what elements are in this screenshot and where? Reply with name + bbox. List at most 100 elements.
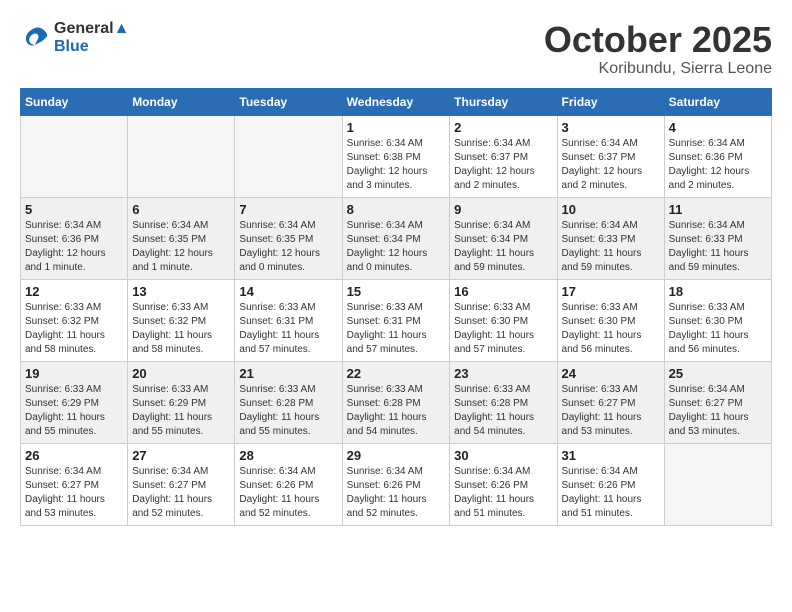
day-info: Sunrise: 6:34 AM Sunset: 6:26 PM Dayligh… bbox=[454, 465, 552, 521]
day-info: Sunrise: 6:33 AM Sunset: 6:28 PM Dayligh… bbox=[239, 383, 337, 439]
day-info: Sunrise: 6:33 AM Sunset: 6:32 PM Dayligh… bbox=[132, 301, 230, 357]
calendar-day: 21 Sunrise: 6:33 AM Sunset: 6:28 PM Dayli… bbox=[235, 361, 342, 443]
calendar-day: 20 Sunrise: 6:33 AM Sunset: 6:29 PM Dayli… bbox=[128, 361, 235, 443]
day-number: 7 bbox=[239, 202, 337, 217]
day-number: 20 bbox=[132, 366, 230, 381]
col-header-sunday: Sunday bbox=[21, 88, 128, 115]
day-info: Sunrise: 6:34 AM Sunset: 6:27 PM Dayligh… bbox=[25, 465, 123, 521]
col-header-thursday: Thursday bbox=[450, 88, 557, 115]
calendar-day: 26Sunrise: 6:34 AM Sunset: 6:27 PM Dayli… bbox=[21, 443, 128, 525]
day-number: 12 bbox=[25, 284, 123, 299]
day-number: 28 bbox=[239, 448, 337, 463]
day-number: 23 bbox=[454, 366, 552, 381]
day-number: 10 bbox=[562, 202, 660, 217]
day-info: Sunrise: 6:34 AM Sunset: 6:35 PM Dayligh… bbox=[132, 219, 230, 275]
calendar-day: 7 Sunrise: 6:34 AM Sunset: 6:35 PM Daylig… bbox=[235, 197, 342, 279]
day-info: Sunrise: 6:34 AM Sunset: 6:33 PM Dayligh… bbox=[669, 219, 767, 275]
calendar-day: 9 Sunrise: 6:34 AM Sunset: 6:34 PM Daylig… bbox=[450, 197, 557, 279]
col-header-monday: Monday bbox=[128, 88, 235, 115]
calendar-day: 1Sunrise: 6:34 AM Sunset: 6:38 PM Daylig… bbox=[342, 115, 450, 197]
calendar-week-row: 12 Sunrise: 6:33 AM Sunset: 6:32 PM Dayli… bbox=[21, 279, 772, 361]
day-number: 9 bbox=[454, 202, 552, 217]
calendar-day: 6Sunrise: 6:34 AM Sunset: 6:35 PM Daylig… bbox=[128, 197, 235, 279]
calendar-day: 14 Sunrise: 6:33 AM Sunset: 6:31 PM Dayli… bbox=[235, 279, 342, 361]
day-number: 4 bbox=[669, 120, 767, 135]
calendar-day: 11 Sunrise: 6:34 AM Sunset: 6:33 PM Dayli… bbox=[664, 197, 771, 279]
day-info: Sunrise: 6:34 AM Sunset: 6:35 PM Dayligh… bbox=[239, 219, 337, 275]
calendar-week-row: 19 Sunrise: 6:33 AM Sunset: 6:29 PM Dayli… bbox=[21, 361, 772, 443]
calendar-day: 5 Sunrise: 6:34 AM Sunset: 6:36 PM Daylig… bbox=[21, 197, 128, 279]
day-number: 21 bbox=[239, 366, 337, 381]
day-info: Sunrise: 6:34 AM Sunset: 6:34 PM Dayligh… bbox=[454, 219, 552, 275]
col-header-saturday: Saturday bbox=[664, 88, 771, 115]
calendar-day: 31 Sunrise: 6:34 AM Sunset: 6:26 PM Dayli… bbox=[557, 443, 664, 525]
day-number: 3 bbox=[562, 120, 660, 135]
day-info: Sunrise: 6:34 AM Sunset: 6:34 PM Dayligh… bbox=[347, 219, 446, 275]
day-info: Sunrise: 6:34 AM Sunset: 6:36 PM Dayligh… bbox=[25, 219, 123, 275]
day-number: 16 bbox=[454, 284, 552, 299]
day-number: 19 bbox=[25, 366, 123, 381]
day-number: 27 bbox=[132, 448, 230, 463]
logo-text: General▲ Blue bbox=[54, 20, 129, 55]
day-info: Sunrise: 6:33 AM Sunset: 6:29 PM Dayligh… bbox=[132, 383, 230, 439]
calendar-day: 2 Sunrise: 6:34 AM Sunset: 6:37 PM Daylig… bbox=[450, 115, 557, 197]
day-info: Sunrise: 6:33 AM Sunset: 6:30 PM Dayligh… bbox=[454, 301, 552, 357]
day-info: Sunrise: 6:33 AM Sunset: 6:32 PM Dayligh… bbox=[25, 301, 123, 357]
calendar-day: 10 Sunrise: 6:34 AM Sunset: 6:33 PM Dayli… bbox=[557, 197, 664, 279]
day-number: 24 bbox=[562, 366, 660, 381]
day-number: 17 bbox=[562, 284, 660, 299]
calendar-day: 27 Sunrise: 6:34 AM Sunset: 6:27 PM Dayli… bbox=[128, 443, 235, 525]
day-number: 8 bbox=[347, 202, 446, 217]
page-header: General▲ Blue October 2025 Koribundu, Si… bbox=[20, 20, 772, 78]
calendar-day: 24 Sunrise: 6:33 AM Sunset: 6:27 PM Dayli… bbox=[557, 361, 664, 443]
day-info: Sunrise: 6:33 AM Sunset: 6:31 PM Dayligh… bbox=[239, 301, 337, 357]
day-info: Sunrise: 6:34 AM Sunset: 6:26 PM Dayligh… bbox=[239, 465, 337, 521]
day-info: Sunrise: 6:34 AM Sunset: 6:27 PM Dayligh… bbox=[132, 465, 230, 521]
calendar-day: 8 Sunrise: 6:34 AM Sunset: 6:34 PM Daylig… bbox=[342, 197, 450, 279]
location: Koribundu, Sierra Leone bbox=[544, 60, 772, 78]
calendar-week-row: 26Sunrise: 6:34 AM Sunset: 6:27 PM Dayli… bbox=[21, 443, 772, 525]
calendar-week-row: 5 Sunrise: 6:34 AM Sunset: 6:36 PM Daylig… bbox=[21, 197, 772, 279]
day-info: Sunrise: 6:34 AM Sunset: 6:26 PM Dayligh… bbox=[562, 465, 660, 521]
logo-icon bbox=[20, 23, 50, 53]
day-number: 25 bbox=[669, 366, 767, 381]
day-number: 31 bbox=[562, 448, 660, 463]
day-info: Sunrise: 6:33 AM Sunset: 6:28 PM Dayligh… bbox=[454, 383, 552, 439]
day-number: 2 bbox=[454, 120, 552, 135]
day-info: Sunrise: 6:33 AM Sunset: 6:31 PM Dayligh… bbox=[347, 301, 446, 357]
col-header-tuesday: Tuesday bbox=[235, 88, 342, 115]
calendar-day: 19 Sunrise: 6:33 AM Sunset: 6:29 PM Dayli… bbox=[21, 361, 128, 443]
day-number: 14 bbox=[239, 284, 337, 299]
calendar-day: 15Sunrise: 6:33 AM Sunset: 6:31 PM Dayli… bbox=[342, 279, 450, 361]
calendar-day bbox=[128, 115, 235, 197]
calendar-day bbox=[235, 115, 342, 197]
day-number: 22 bbox=[347, 366, 446, 381]
calendar-day bbox=[664, 443, 771, 525]
day-info: Sunrise: 6:33 AM Sunset: 6:30 PM Dayligh… bbox=[669, 301, 767, 357]
day-number: 13 bbox=[132, 284, 230, 299]
calendar-day: 16 Sunrise: 6:33 AM Sunset: 6:30 PM Dayli… bbox=[450, 279, 557, 361]
col-header-friday: Friday bbox=[557, 88, 664, 115]
day-number: 30 bbox=[454, 448, 552, 463]
calendar-day: 29Sunrise: 6:34 AM Sunset: 6:26 PM Dayli… bbox=[342, 443, 450, 525]
calendar-day: 28 Sunrise: 6:34 AM Sunset: 6:26 PM Dayli… bbox=[235, 443, 342, 525]
calendar-table: SundayMondayTuesdayWednesdayThursdayFrid… bbox=[20, 88, 772, 526]
day-info: Sunrise: 6:34 AM Sunset: 6:37 PM Dayligh… bbox=[562, 137, 660, 193]
day-number: 5 bbox=[25, 202, 123, 217]
day-info: Sunrise: 6:33 AM Sunset: 6:27 PM Dayligh… bbox=[562, 383, 660, 439]
calendar-header-row: SundayMondayTuesdayWednesdayThursdayFrid… bbox=[21, 88, 772, 115]
day-info: Sunrise: 6:34 AM Sunset: 6:36 PM Dayligh… bbox=[669, 137, 767, 193]
day-info: Sunrise: 6:33 AM Sunset: 6:29 PM Dayligh… bbox=[25, 383, 123, 439]
day-number: 11 bbox=[669, 202, 767, 217]
day-info: Sunrise: 6:34 AM Sunset: 6:33 PM Dayligh… bbox=[562, 219, 660, 275]
col-header-wednesday: Wednesday bbox=[342, 88, 450, 115]
day-info: Sunrise: 6:34 AM Sunset: 6:26 PM Dayligh… bbox=[347, 465, 446, 521]
month-title: October 2025 bbox=[544, 20, 772, 60]
calendar-day: 3 Sunrise: 6:34 AM Sunset: 6:37 PM Daylig… bbox=[557, 115, 664, 197]
calendar-day: 13 Sunrise: 6:33 AM Sunset: 6:32 PM Dayli… bbox=[128, 279, 235, 361]
calendar-day: 17Sunrise: 6:33 AM Sunset: 6:30 PM Dayli… bbox=[557, 279, 664, 361]
day-info: Sunrise: 6:34 AM Sunset: 6:37 PM Dayligh… bbox=[454, 137, 552, 193]
calendar-day bbox=[21, 115, 128, 197]
calendar-week-row: 1Sunrise: 6:34 AM Sunset: 6:38 PM Daylig… bbox=[21, 115, 772, 197]
logo: General▲ Blue bbox=[20, 20, 129, 55]
